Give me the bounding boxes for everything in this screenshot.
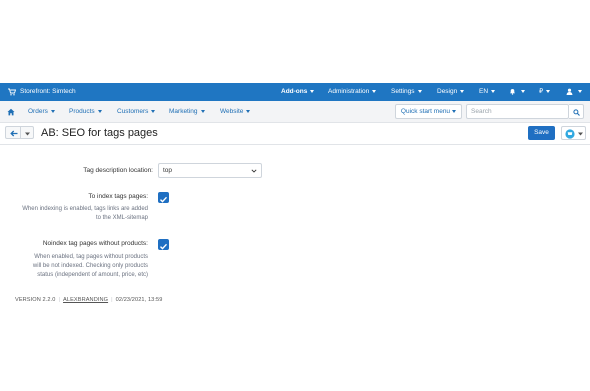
menu-design[interactable]: Design: [437, 83, 464, 101]
noindex-help: When enabled, tag pages without products…: [33, 253, 148, 280]
user-menu[interactable]: [566, 83, 582, 101]
build-date: 02/23/2021, 13:59: [115, 297, 163, 303]
noindex-label: Noindex tag pages without products:: [42, 240, 148, 247]
menu-administration[interactable]: Administration: [328, 83, 376, 101]
nav-website[interactable]: Website: [220, 101, 250, 123]
search-icon: [573, 108, 580, 116]
store-icon: [565, 128, 575, 139]
help-line: to the XML-sitemap: [95, 215, 148, 221]
checkmark-icon: [160, 243, 168, 250]
menu-language[interactable]: EN: [479, 83, 495, 101]
index-tags-checkbox[interactable]: [158, 192, 169, 203]
arrow-left-icon: [9, 130, 17, 136]
history-dropdown-button[interactable]: [21, 126, 34, 139]
nav-marketing[interactable]: Marketing: [169, 101, 205, 123]
index-tags-label: To index tags pages:: [88, 193, 148, 200]
vendor-link[interactable]: ALEXBRANDING: [63, 297, 108, 303]
quick-start-label: Quick start menu: [400, 108, 451, 115]
home-icon[interactable]: [7, 108, 15, 118]
storefront-preview-button[interactable]: [561, 126, 586, 140]
cart-icon[interactable]: [8, 88, 17, 98]
chevron-down-icon: [578, 132, 583, 136]
save-button[interactable]: Save: [528, 126, 555, 140]
noindex-checkbox[interactable]: [158, 239, 169, 250]
chevron-down-icon: [25, 132, 30, 135]
nav-customers[interactable]: Customers: [117, 101, 155, 123]
user-icon: [566, 88, 573, 95]
help-line: will be not indexed. Checking only produ…: [32, 263, 148, 269]
tag-description-label: Tag description location:: [83, 167, 153, 174]
search-button[interactable]: [569, 104, 584, 119]
top-admin-bar: Storefront: Simtech Add-ons Administrati…: [0, 83, 590, 101]
tag-description-value: top: [163, 167, 173, 174]
menu-addons[interactable]: Add-ons: [281, 83, 314, 101]
tag-description-select[interactable]: top: [158, 163, 262, 178]
storefront-link[interactable]: Storefront: Simtech: [20, 83, 76, 101]
search-input[interactable]: [466, 104, 569, 119]
help-line: status (independent of amount, price, et…: [37, 272, 148, 278]
addon-footer: VERSION 2.2.0 | ALEXBRANDING | 02/23/2021, 1…: [15, 297, 163, 303]
help-line: When indexing is enabled, tags links are…: [22, 206, 148, 212]
bell-icon: [510, 88, 515, 95]
page-title: AB: SEO for tags pages: [41, 127, 158, 139]
chevron-down-icon: [251, 169, 257, 173]
nav-products[interactable]: Products: [69, 101, 102, 123]
help-line: When enabled, tag pages without products: [34, 254, 148, 260]
menu-settings[interactable]: Settings: [391, 83, 422, 101]
menu-currency[interactable]: ₽: [539, 83, 550, 101]
notifications-menu[interactable]: [509, 83, 525, 101]
version-text: VERSION 2.2.0: [15, 297, 56, 303]
chevron-down-icon: [452, 109, 457, 113]
checkmark-icon: [160, 196, 168, 203]
nav-orders[interactable]: Orders: [28, 101, 55, 123]
index-tags-help: When indexing is enabled, tags links are…: [22, 205, 148, 223]
quick-start-menu-button[interactable]: Quick start menu: [395, 104, 462, 119]
back-button[interactable]: [5, 126, 21, 139]
